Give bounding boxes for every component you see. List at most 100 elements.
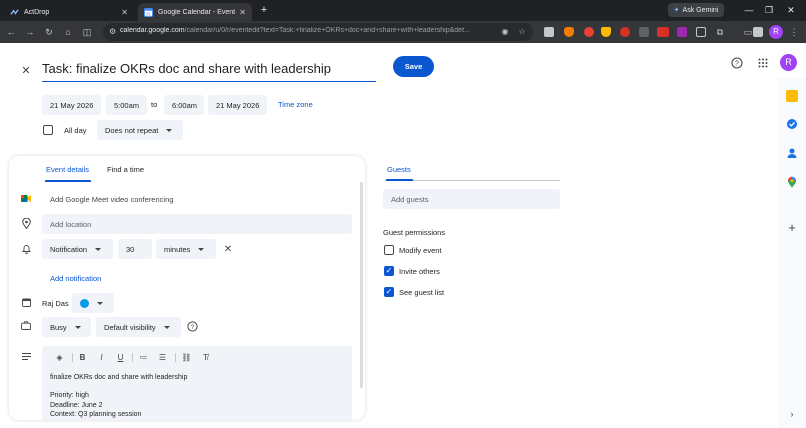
back-icon[interactable]: ← [4,25,18,39]
invite-others-checkbox[interactable]: ✓ [384,266,394,276]
help-icon[interactable]: ? [730,56,744,70]
end-time-field[interactable]: 6:00am [164,95,204,115]
grid-dots-icon [758,58,768,68]
active-tab-indicator [45,180,91,182]
event-title-input[interactable]: Task: finalize OKRs doc and share with l… [42,58,376,82]
account-avatar[interactable]: R [780,54,797,71]
italic-icon[interactable]: I [96,352,107,363]
event-color-dropdown[interactable] [72,293,114,313]
browser-menu-icon[interactable]: ⋮ [789,25,799,39]
save-button[interactable]: Save [393,56,434,77]
gemini-sparkle-icon: ✦ [673,7,680,14]
end-date-field[interactable]: 21 May 2026 [208,95,267,115]
repeat-dropdown[interactable]: Does not repeat [97,120,183,140]
close-window-icon[interactable]: ✕ [784,3,798,17]
close-tab-icon[interactable]: ✕ [121,8,128,17]
restore-window-icon[interactable]: ❐ [762,3,776,17]
tab-find-a-time[interactable]: Find a time [107,165,144,174]
add-addon-icon[interactable]: + [786,221,798,234]
extension-box-icon[interactable] [753,27,763,37]
location-input[interactable]: Add location [42,214,352,234]
extension-red-circle-icon[interactable] [584,27,594,37]
underline-icon[interactable]: U [115,352,126,363]
close-editor-icon[interactable]: ✕ [20,64,32,77]
bookmark-star-icon[interactable]: ☆ [516,26,528,38]
add-meet-button[interactable]: Add Google Meet video conferencing [50,195,173,204]
extension-mail-icon[interactable] [544,27,554,37]
see-guest-list-checkbox[interactable]: ✓ [384,287,394,297]
description-editor[interactable]: ◈ B I U ≔ ☰ ⛓ T̸ finalize OKRs doc and s… [42,346,352,420]
extension-screen-icon[interactable] [639,27,649,37]
chevron-down-icon [74,325,81,329]
modify-event-checkbox[interactable] [384,245,394,255]
keep-icon[interactable] [786,90,798,102]
browser-profile-avatar[interactable]: R [769,25,783,39]
clear-formatting-icon[interactable]: T̸ [200,352,211,363]
chevron-down-icon [95,247,102,251]
add-guests-input[interactable]: Add guests [383,189,560,209]
bulleted-list-icon[interactable]: ☰ [157,352,168,363]
bold-icon[interactable]: B [77,352,88,363]
extension-pen-icon[interactable] [696,27,706,37]
start-date-field[interactable]: 21 May 2026 [42,95,101,115]
reload-icon[interactable]: ↻ [42,25,56,39]
new-tab-button[interactable]: + [258,3,270,17]
tab-title: ActDrop [24,8,50,16]
extension-adblock-icon[interactable] [657,27,669,37]
notification-unit-dropdown[interactable]: minutes [156,239,216,259]
ask-gemini-button[interactable]: ✦ Ask Gemini [668,3,724,17]
actdrop-favicon-icon [10,8,19,15]
extension-badge-icon[interactable] [677,27,687,37]
forward-icon[interactable]: → [23,25,37,39]
home-icon[interactable]: ⌂ [61,25,75,39]
apps-grid-icon[interactable] [756,56,770,70]
close-tab-icon[interactable]: ✕ [239,8,246,17]
url-host: calendar.google.com [120,27,185,34]
event-color-swatch [80,298,89,308]
visibility-help-icon[interactable]: ? [186,320,198,332]
address-bar[interactable]: ⚙ calendar.google.com/calendar/u/0/r/eve… [103,23,533,41]
availability-dropdown[interactable]: Busy [42,317,91,337]
tab-event-details[interactable]: Event details [46,165,89,174]
details-scrollbar[interactable] [360,182,363,388]
numbered-list-icon[interactable]: ≔ [138,352,149,363]
extension-shield-icon[interactable] [601,27,611,37]
eye-off-icon[interactable]: ◉ [499,26,511,38]
start-time-field[interactable]: 5:00am [106,95,147,115]
chevron-down-icon [198,247,205,251]
text-color-icon[interactable]: ◈ [54,352,65,363]
tab-guests[interactable]: Guests [387,165,411,174]
to-label: to [151,100,158,109]
expand-panel-icon[interactable]: › [786,408,798,420]
browser-tab-actdrop[interactable]: ActDrop ✕ [4,3,134,21]
remove-notification-icon[interactable]: ✕ [222,243,234,255]
link-icon[interactable]: ⛓ [181,352,192,363]
briefcase-icon [21,321,31,331]
contacts-icon[interactable] [786,147,798,159]
time-zone-link[interactable]: Time zone [278,100,313,109]
url-path: /calendar/u/0/r/eventedit?text=Task:+fin… [184,27,470,34]
calendar-favicon-icon: 31 [144,7,153,17]
url-text[interactable]: calendar.google.com/calendar/u/0/r/event… [120,27,496,34]
tasks-icon[interactable] [786,118,798,130]
visibility-dropdown[interactable]: Default visibility [96,317,181,337]
notification-type-dropdown[interactable]: Notification [42,239,113,259]
browser-tab-calendar[interactable]: 31 Google Calendar - Event details ✕ [138,3,252,21]
extension-recorder-icon[interactable] [620,27,630,37]
repeat-value: Does not repeat [105,125,159,135]
minimize-window-icon[interactable]: — [742,3,756,17]
maps-icon[interactable] [786,176,798,188]
see-guest-list-label: See guest list [399,288,445,297]
extension-brave-shield-icon[interactable] [564,27,574,37]
split-view-icon[interactable]: ◫ [80,25,94,39]
calendar-icon [21,298,31,308]
all-day-checkbox[interactable] [43,125,53,135]
site-info-icon[interactable]: ⚙ [109,27,119,37]
svg-text:?: ? [735,61,739,68]
add-notification-link[interactable]: Add notification [50,274,101,283]
guest-permissions-title: Guest permissions [383,228,446,237]
tab-title: Google Calendar - Event details [158,8,236,16]
notification-value-input[interactable]: 30 [118,239,152,259]
chevron-down-icon [163,325,170,329]
extensions-puzzle-icon[interactable]: ⧉ [713,25,727,39]
